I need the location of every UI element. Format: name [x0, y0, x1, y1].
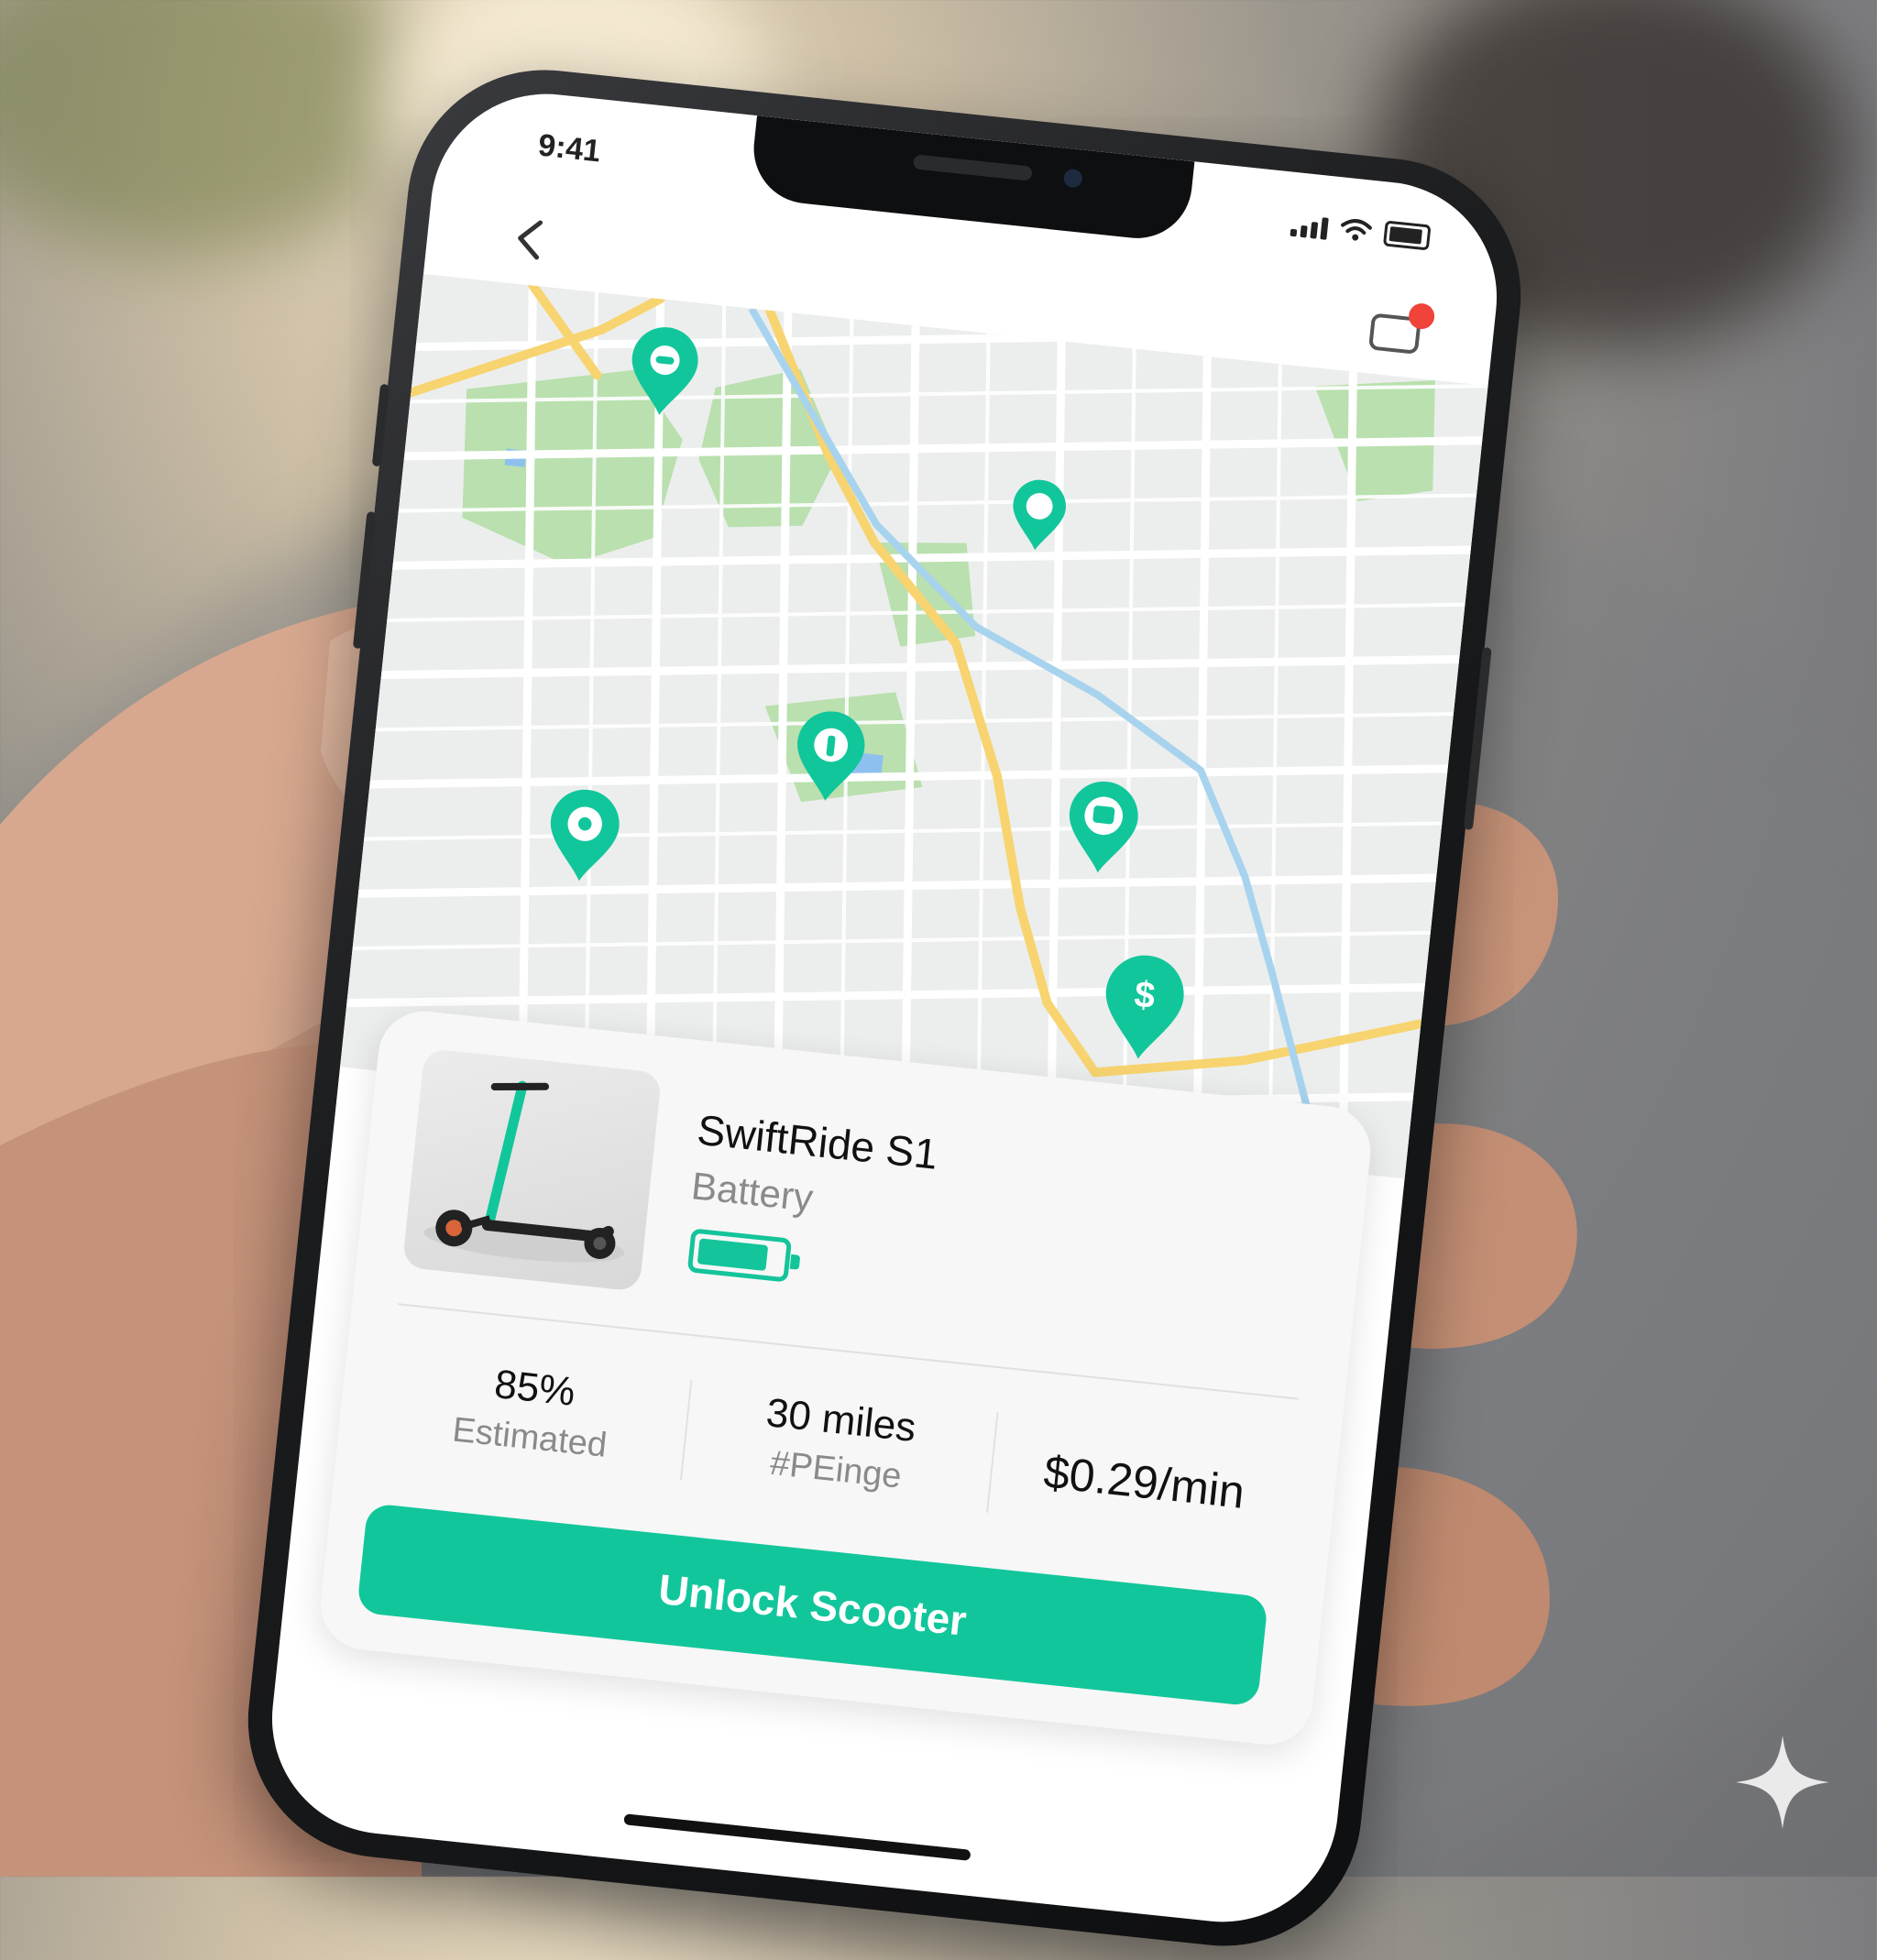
stat-price: $0.29/min [985, 1403, 1304, 1553]
status-time: 9:41 [536, 127, 603, 170]
map-pin-scooter[interactable] [622, 323, 705, 422]
battery-cap [789, 1254, 801, 1270]
back-button[interactable] [499, 209, 559, 269]
battery-status-icon [1382, 220, 1432, 251]
map-pin-info[interactable] [787, 707, 872, 808]
map-pin-price[interactable]: $ [1093, 951, 1192, 1068]
map-pin-location[interactable] [540, 786, 626, 889]
battery-level-indicator [686, 1228, 801, 1283]
map-pin-bus[interactable] [1059, 778, 1146, 881]
scooter-info-card: SwiftRide S1 Battery 85% Estimated 30 mi… [315, 1006, 1376, 1749]
stat-value: $0.29/min [1041, 1446, 1247, 1518]
wifi-icon [1341, 219, 1372, 241]
stat-battery: 85% Estimated [373, 1339, 692, 1489]
sparkle-icon [1736, 1736, 1829, 1829]
battery-fill [697, 1238, 769, 1272]
screen: 9:41 $ SwiftRide S1 Battery 85% Estimate… [260, 82, 1509, 1933]
pin-price-label: $ [1133, 973, 1158, 1016]
stat-range: 30 miles #PEinge [679, 1371, 998, 1521]
speaker [912, 154, 1033, 181]
status-icons [1290, 211, 1432, 251]
scooter-image [401, 1047, 663, 1292]
signal-icon [1290, 211, 1329, 240]
front-camera [1062, 168, 1083, 189]
map-pin-location[interactable] [1005, 476, 1071, 555]
bus-icon [1092, 805, 1115, 825]
phone: 9:41 $ SwiftRide S1 Battery 85% Estimate… [234, 56, 1535, 1960]
chevron-left-icon [518, 220, 543, 260]
scooter-icon [423, 1080, 625, 1263]
home-indicator[interactable] [623, 1813, 971, 1861]
message-button[interactable] [1368, 301, 1436, 355]
battery-label: Battery [689, 1164, 816, 1220]
